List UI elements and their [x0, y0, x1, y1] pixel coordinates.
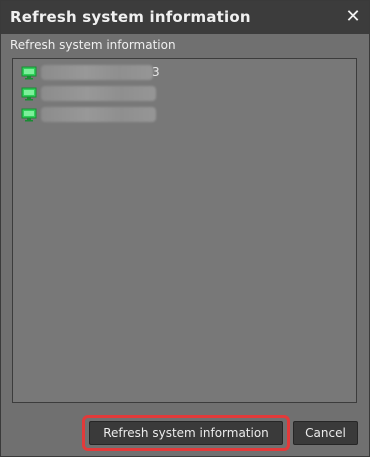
computer-icon [21, 108, 37, 122]
system-name-redacted [41, 65, 153, 80]
cancel-button[interactable]: Cancel [293, 421, 358, 445]
refresh-dialog: Refresh system information ✕ Refresh sys… [0, 0, 370, 457]
title-bar[interactable]: Refresh system information ✕ [1, 1, 369, 34]
dialog-subtitle: Refresh system information [10, 38, 176, 52]
system-name-redacted [41, 86, 156, 101]
system-name-trailing: 3 [152, 65, 160, 79]
list-item[interactable] [19, 106, 339, 124]
refresh-system-information-button[interactable]: Refresh system information [89, 421, 283, 445]
window-title: Refresh system information [10, 8, 251, 26]
list-item[interactable] [19, 85, 339, 103]
list-item[interactable]: 3 [19, 64, 339, 82]
system-list[interactable]: 3 [12, 58, 357, 403]
close-icon[interactable]: ✕ [343, 7, 363, 27]
system-name-redacted [41, 107, 156, 122]
computer-icon [21, 66, 37, 80]
computer-icon [21, 87, 37, 101]
